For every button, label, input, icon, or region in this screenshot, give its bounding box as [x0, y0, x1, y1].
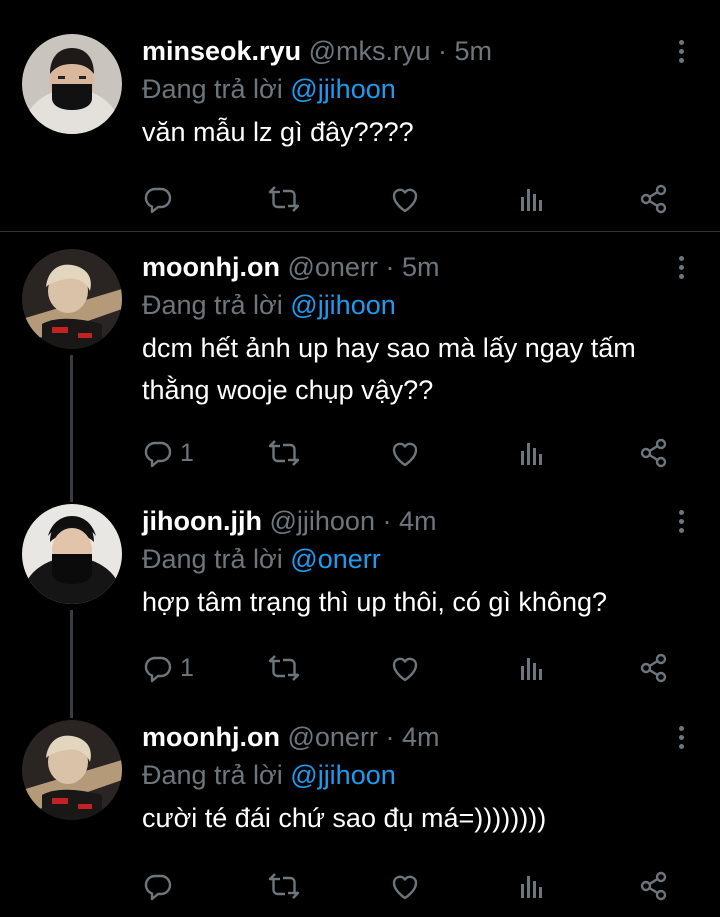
- separator: ·: [438, 36, 448, 66]
- avatar-blonde-seatbelt-icon: [22, 720, 122, 820]
- reply-context: Đang trả lời @jjihoon: [142, 289, 680, 321]
- avatar-blonde-seatbelt-icon: [22, 249, 122, 349]
- retweet-button[interactable]: [266, 870, 302, 902]
- timestamp[interactable]: 5m: [402, 252, 440, 282]
- avatar-masked-hood-icon: [22, 34, 122, 134]
- reply-button[interactable]: [142, 183, 180, 215]
- timestamp[interactable]: 4m: [402, 722, 440, 752]
- display-name[interactable]: moonhj.on: [142, 722, 280, 752]
- retweet-button[interactable]: [266, 437, 302, 469]
- timestamp[interactable]: 4m: [399, 506, 437, 536]
- action-bar: 1: [142, 652, 682, 684]
- tweet-text: văn mẫu lz gì đây????: [142, 117, 414, 147]
- handle[interactable]: @mks.ryu: [309, 36, 431, 66]
- analytics-button[interactable]: [516, 183, 548, 215]
- avatar-masked-dark-icon: [22, 504, 122, 604]
- like-icon: [389, 437, 421, 469]
- reply-count: 1: [180, 438, 194, 467]
- reply-icon: [142, 183, 174, 215]
- reply-context: Đang trả lời @jjihoon: [142, 73, 680, 105]
- share-icon: [638, 183, 670, 215]
- share-button[interactable]: [638, 437, 670, 469]
- share-icon: [638, 437, 670, 469]
- retweet-button[interactable]: [266, 652, 302, 684]
- reply-button[interactable]: 1: [142, 437, 194, 469]
- display-name[interactable]: moonhj.on: [142, 252, 280, 282]
- like-icon: [389, 652, 421, 684]
- retweet-icon: [266, 870, 302, 902]
- handle[interactable]: @onerr: [287, 252, 377, 282]
- avatar[interactable]: [22, 34, 122, 134]
- tweet[interactable]: moonhj.on @onerr · 4m Đang trả lời @jjih…: [0, 708, 720, 917]
- action-bar: [142, 183, 682, 215]
- timestamp[interactable]: 5m: [455, 36, 493, 66]
- retweet-icon: [266, 652, 302, 684]
- retweet-icon: [266, 437, 302, 469]
- reply-button[interactable]: 1: [142, 652, 194, 684]
- share-button[interactable]: [638, 870, 670, 902]
- like-icon: [389, 870, 421, 902]
- analytics-icon: [516, 870, 548, 902]
- analytics-icon: [516, 652, 548, 684]
- more-options-icon[interactable]: [676, 256, 686, 284]
- avatar[interactable]: [22, 249, 122, 349]
- retweet-icon: [266, 183, 302, 215]
- like-button[interactable]: [389, 652, 421, 684]
- analytics-icon: [516, 437, 548, 469]
- separator: ·: [385, 722, 395, 752]
- reply-prefix: Đang trả lời: [142, 760, 283, 790]
- tweet-header: moonhj.on @onerr · 4m: [142, 721, 680, 753]
- analytics-icon: [516, 183, 548, 215]
- separator: ·: [382, 506, 392, 536]
- display-name[interactable]: jihoon.jjh: [142, 506, 262, 536]
- tweet-header: minseok.ryu @mks.ryu · 5m: [142, 35, 680, 67]
- tweet-header: moonhj.on @onerr · 5m: [142, 251, 680, 283]
- share-icon: [638, 652, 670, 684]
- handle[interactable]: @onerr: [287, 722, 377, 752]
- reply-context: Đang trả lời @onerr: [142, 543, 680, 575]
- analytics-button[interactable]: [516, 870, 548, 902]
- tweet[interactable]: minseok.ryu @mks.ryu · 5m Đang trả lời @…: [0, 0, 720, 231]
- reply-icon: [142, 870, 174, 902]
- reply-mention-link[interactable]: @onerr: [290, 544, 380, 574]
- reply-button[interactable]: [142, 870, 180, 902]
- more-options-icon[interactable]: [676, 726, 686, 754]
- reply-icon: [142, 437, 174, 469]
- handle[interactable]: @jjihoon: [270, 506, 375, 536]
- reply-prefix: Đang trả lời: [142, 290, 283, 320]
- avatar[interactable]: [22, 504, 122, 604]
- analytics-button[interactable]: [516, 437, 548, 469]
- action-bar: 1: [142, 437, 682, 469]
- tweet-text: dcm hết ảnh up hay sao mà lấy ngay tấm t…: [142, 333, 636, 405]
- like-button[interactable]: [389, 870, 421, 902]
- retweet-button[interactable]: [266, 183, 302, 215]
- tweet-header: jihoon.jjh @jjihoon · 4m: [142, 505, 680, 537]
- share-button[interactable]: [638, 183, 670, 215]
- like-button[interactable]: [389, 183, 421, 215]
- more-options-icon[interactable]: [676, 510, 686, 538]
- more-options-icon[interactable]: [676, 40, 686, 68]
- like-button[interactable]: [389, 437, 421, 469]
- display-name[interactable]: minseok.ryu: [142, 36, 301, 66]
- tweet-text: hợp tâm trạng thì up thôi, có gì không?: [142, 587, 607, 617]
- reply-context: Đang trả lời @jjihoon: [142, 759, 680, 791]
- reply-icon: [142, 652, 174, 684]
- like-icon: [389, 183, 421, 215]
- reply-count: 1: [180, 653, 194, 682]
- action-bar: [142, 870, 682, 902]
- separator: ·: [385, 252, 395, 282]
- share-icon: [638, 870, 670, 902]
- reply-prefix: Đang trả lời: [142, 544, 283, 574]
- share-button[interactable]: [638, 652, 670, 684]
- analytics-button[interactable]: [516, 652, 548, 684]
- reply-mention-link[interactable]: @jjihoon: [290, 290, 395, 320]
- tweet-text: cười té đái chứ sao đụ má=)))))))): [142, 803, 547, 833]
- reply-prefix: Đang trả lời: [142, 74, 283, 104]
- reply-mention-link[interactable]: @jjihoon: [290, 760, 395, 790]
- tweet[interactable]: jihoon.jjh @jjihoon · 4m Đang trả lời @o…: [0, 494, 720, 708]
- tweet[interactable]: moonhj.on @onerr · 5m Đang trả lời @jjih…: [0, 232, 720, 494]
- reply-mention-link[interactable]: @jjihoon: [290, 74, 395, 104]
- avatar[interactable]: [22, 720, 122, 820]
